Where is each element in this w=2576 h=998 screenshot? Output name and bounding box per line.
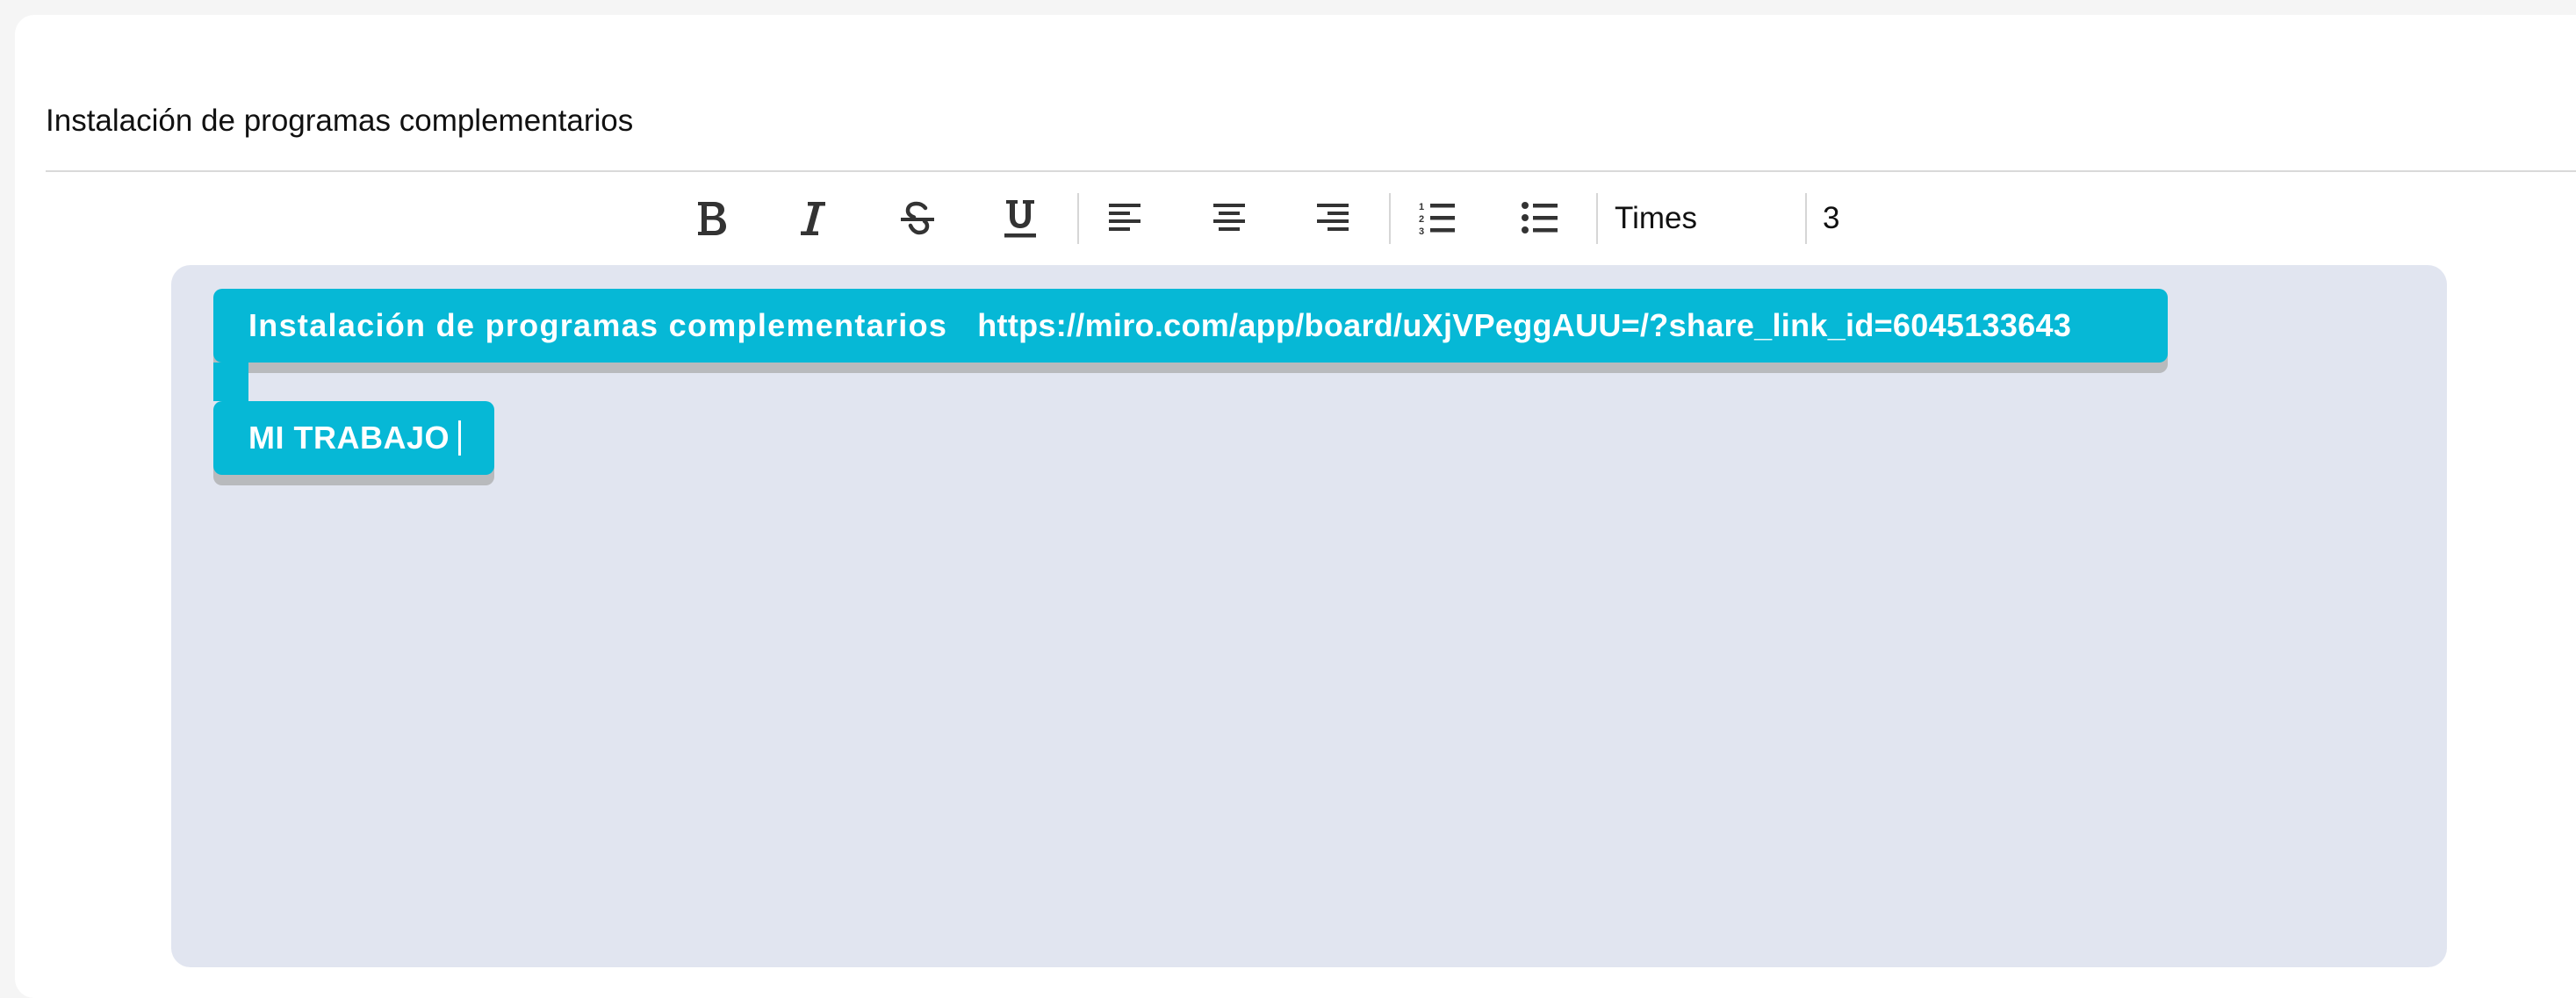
italic-button[interactable]	[781, 186, 845, 251]
section-title: Instalación de programas complementarios	[46, 104, 634, 138]
formatting-toolbar: 1 2 3 Times 3	[0, 186, 2576, 251]
align-left-button[interactable]	[1092, 186, 1157, 251]
miro-link[interactable]: https://miro.com/app/board/uXjVPeggAUU=/…	[977, 307, 2071, 344]
line-text: Instalación de programas complementarios	[248, 307, 948, 343]
bullet-list-icon	[1522, 202, 1558, 233]
highlight-connector	[213, 363, 248, 401]
editor-line: MI TRABAJO	[213, 401, 494, 475]
svg-text:3: 3	[1419, 226, 1424, 237]
toolbar-separator	[1077, 193, 1079, 244]
font-size-select[interactable]: 3	[1823, 193, 1893, 244]
underline-button[interactable]	[988, 186, 1053, 251]
align-center-button[interactable]	[1197, 186, 1262, 251]
align-center-icon	[1213, 204, 1245, 231]
title-divider	[46, 170, 2576, 172]
svg-text:1: 1	[1419, 202, 1424, 212]
align-left-icon	[1109, 204, 1140, 231]
strikethrough-button[interactable]	[885, 186, 950, 251]
svg-text:2: 2	[1419, 214, 1424, 225]
ordered-list-icon: 1 2 3	[1419, 202, 1455, 237]
text-cursor	[458, 420, 461, 456]
italic-icon	[801, 202, 825, 235]
underline-icon	[1004, 200, 1036, 238]
editor-line: Instalación de programas complementarios…	[213, 289, 2168, 363]
strikethrough-icon	[901, 201, 934, 235]
align-right-button[interactable]	[1300, 186, 1365, 251]
text-editor-area[interactable]: Instalación de programas complementarios…	[171, 265, 2447, 967]
toolbar-separator	[1805, 193, 1807, 244]
toolbar-separator	[1389, 193, 1391, 244]
ordered-list-button[interactable]: 1 2 3	[1405, 186, 1470, 251]
toolbar-separator	[1596, 193, 1598, 244]
bold-button[interactable]	[679, 186, 744, 251]
align-right-icon	[1317, 204, 1349, 231]
line-text: MI TRABAJO	[248, 420, 450, 456]
bullet-list-button[interactable]	[1507, 186, 1572, 251]
font-family-select[interactable]: Times	[1615, 193, 1799, 244]
bold-icon	[698, 202, 726, 235]
